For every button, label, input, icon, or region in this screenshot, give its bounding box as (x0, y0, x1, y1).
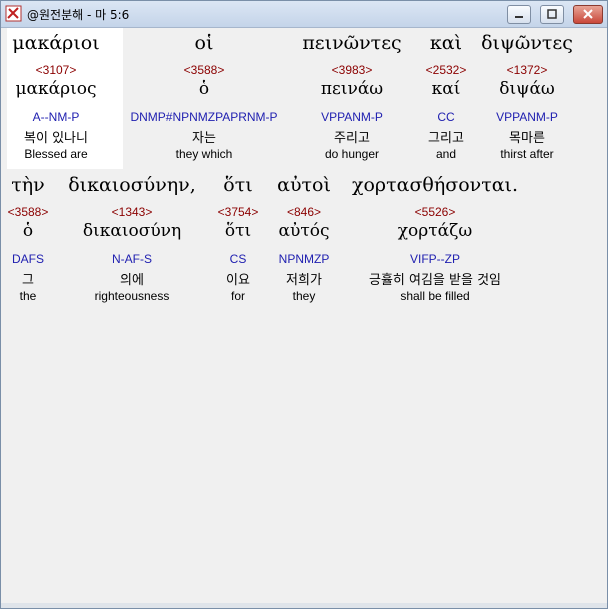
lemma-word: καί (431, 79, 461, 99)
strong-number[interactable]: <3754> (218, 205, 259, 219)
maximize-icon (547, 9, 557, 19)
english-gloss: the (19, 289, 37, 303)
strong-number[interactable]: <3588> (8, 205, 49, 219)
window-bottom-border (1, 603, 607, 608)
lemma-word: χορτάζω (397, 221, 473, 241)
lemma-word: ὅτι (224, 221, 252, 241)
english-gloss: Blessed are (24, 147, 88, 161)
parsing-code: CS (229, 252, 247, 266)
parsing-code: VPPANM-P (321, 110, 383, 124)
title-bar: @원전분해 - 마 5:6 (1, 1, 607, 28)
korean-gloss: 목마른 (509, 131, 545, 146)
parsing-code: DAFS (11, 252, 45, 266)
english-gloss: shall be filled (400, 289, 470, 303)
korean-gloss: 의에 (120, 273, 144, 288)
close-button[interactable] (573, 5, 603, 24)
strong-number[interactable]: <2532> (426, 63, 467, 77)
strong-number[interactable]: <1372> (507, 63, 548, 77)
greek-word[interactable]: αὐτοὶ (277, 174, 331, 196)
parsing-code: N-AF-S (112, 252, 152, 266)
lemma-word: μακάριος (15, 79, 97, 99)
korean-gloss: 저희가 (286, 273, 322, 288)
minimize-button[interactable] (507, 5, 531, 24)
english-gloss: thirst after (500, 147, 554, 161)
korean-gloss: 주리고 (334, 131, 370, 146)
english-gloss: they (292, 289, 316, 303)
strong-number[interactable]: <3107> (36, 63, 77, 77)
parsing-code: CC (437, 110, 455, 124)
lemma-word: πεινάω (320, 79, 384, 99)
greek-word[interactable]: δικαιοσύνην, (68, 174, 196, 196)
lemma-word: δικαιοσύνη (82, 221, 182, 241)
parsing-code: NPNMZP (278, 252, 330, 266)
korean-gloss: 그리고 (428, 131, 464, 146)
window-title: @원전분해 - 마 5:6 (27, 8, 130, 22)
lemma-word: ὁ (22, 221, 34, 241)
greek-word[interactable]: οἱ (195, 32, 214, 54)
strong-number[interactable]: <846> (287, 205, 321, 219)
korean-gloss: 이요 (226, 273, 250, 288)
lemma-word: διψάω (499, 79, 555, 99)
parsing-code: VIFP--ZP (410, 252, 460, 266)
korean-gloss: 긍휼히 여김을 받을 것임 (369, 273, 501, 288)
korean-gloss: 복이 있나니 (24, 131, 88, 146)
english-gloss: they which (175, 147, 233, 161)
english-gloss: for (230, 289, 246, 303)
lemma-word: αὐτός (278, 221, 330, 241)
app-window: @원전분해 - 마 5:6 μακάριοι <3107> μακάριος A--N… (0, 0, 608, 609)
minimize-icon (515, 16, 523, 18)
greek-word[interactable]: πεινῶντες (302, 32, 401, 54)
close-icon (583, 9, 593, 19)
korean-gloss: 자는 (192, 131, 216, 146)
greek-word[interactable]: ὅτι (223, 174, 252, 196)
app-logo-icon (5, 5, 22, 22)
interlinear-view: μακάριοι <3107> μακάριος A--NM-P 복이 있나니 Bless… (7, 28, 605, 603)
greek-word[interactable]: χορτασθήσονται. (352, 174, 518, 196)
greek-word[interactable]: καὶ (430, 32, 462, 54)
strong-number[interactable]: <3983> (332, 63, 373, 77)
strong-number[interactable]: <1343> (112, 205, 153, 219)
greek-word[interactable]: τὴν (11, 174, 44, 196)
english-gloss: do hunger (324, 147, 380, 161)
greek-word[interactable]: μακάριοι (12, 32, 99, 54)
parsing-code: DNMP#NPNMZPAPRNM-P (130, 110, 278, 124)
english-gloss: righteousness (94, 289, 170, 303)
maximize-button[interactable] (540, 5, 564, 24)
greek-word[interactable]: διψῶντες (481, 32, 573, 54)
korean-gloss: 그 (22, 273, 34, 288)
lemma-word: ὁ (198, 79, 210, 99)
strong-number[interactable]: <3588> (184, 63, 225, 77)
parsing-code: A--NM-P (32, 110, 80, 124)
english-gloss: and (435, 147, 457, 161)
strong-number[interactable]: <5526> (415, 205, 456, 219)
parsing-code: VPPANM-P (496, 110, 558, 124)
